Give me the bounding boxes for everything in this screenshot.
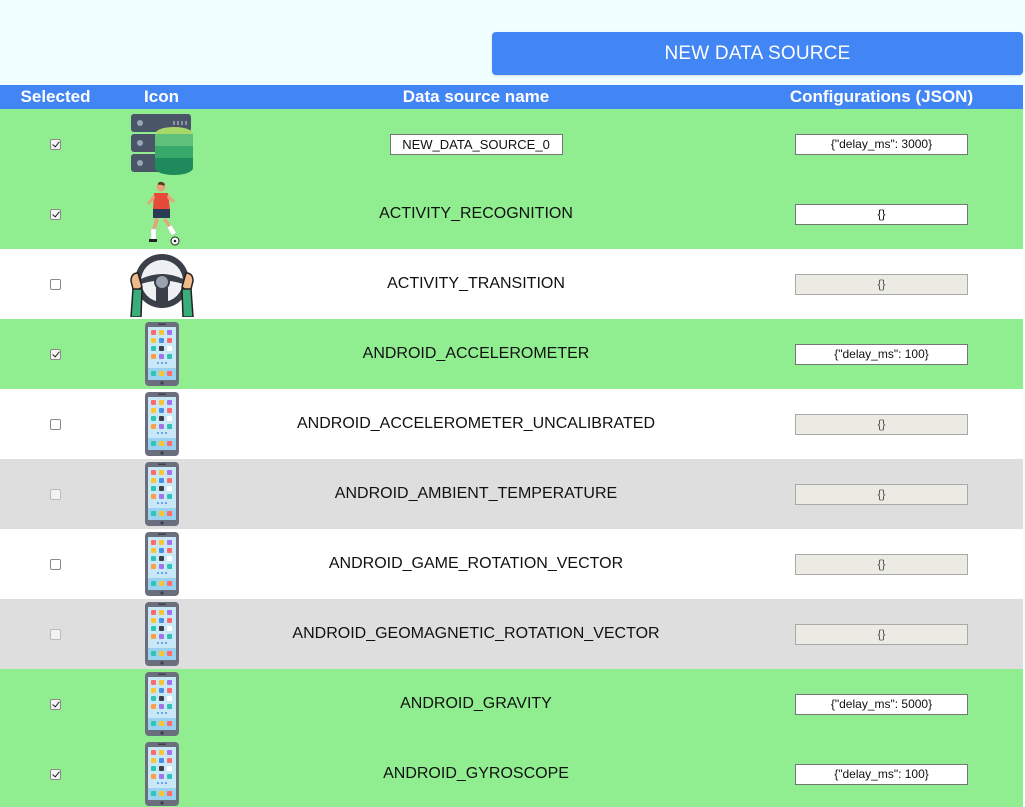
table-row: ANDROID_GAME_ROTATION_VECTOR {}: [0, 529, 1023, 599]
smartphone-icon: [144, 601, 180, 667]
data-source-name: ACTIVITY_RECOGNITION: [379, 205, 573, 222]
selected-cell: [0, 179, 111, 249]
name-cell: ANDROID_GEOMAGNETIC_ROTATION_VECTOR: [212, 599, 740, 669]
data-source-name: ANDROID_GRAVITY: [400, 695, 552, 712]
table-row: NEW_DATA_SOURCE_0 {"delay_ms": 3000}: [0, 109, 1023, 179]
column-header-selected: Selected: [20, 87, 91, 106]
table-row: ANDROID_ACCELEROMETER {"delay_ms": 100}: [0, 319, 1023, 389]
selected-cell: [0, 599, 111, 669]
selected-cell: [0, 529, 111, 599]
select-checkbox[interactable]: [50, 558, 61, 570]
selected-cell: [0, 249, 111, 319]
smartphone-icon: [144, 671, 180, 737]
data-source-name: ANDROID_GAME_ROTATION_VECTOR: [328, 555, 624, 572]
config-json-field: {}: [795, 273, 968, 295]
table-row: ANDROID_GYROSCOPE {"delay_ms": 100}: [0, 739, 1023, 807]
data-source-name: ACTIVITY_TRANSITION: [387, 275, 565, 292]
data-source-table: NEW_DATA_SOURCE_0 {"delay_ms": 3000} ACTI…: [0, 109, 1023, 807]
select-checkbox[interactable]: [50, 768, 61, 780]
name-cell: ANDROID_ACCELEROMETER_UNCALIBRATED: [212, 389, 740, 459]
name-cell: ANDROID_GAME_ROTATION_VECTOR: [212, 529, 740, 599]
config-cell: {}: [740, 389, 1023, 459]
select-checkbox[interactable]: [50, 278, 61, 290]
table-row: ACTIVITY_RECOGNITION {}: [0, 179, 1023, 249]
icon-cell: [111, 669, 212, 739]
data-source-name: ANDROID_GEOMAGNETIC_ROTATION_VECTOR: [292, 625, 660, 642]
select-checkbox[interactable]: [50, 348, 61, 360]
icon-cell: [111, 389, 212, 459]
data-source-name-field[interactable]: NEW_DATA_SOURCE_0: [389, 133, 563, 155]
name-cell: ANDROID_AMBIENT_TEMPERATURE: [212, 459, 740, 529]
selected-cell: [0, 669, 111, 739]
name-cell: NEW_DATA_SOURCE_0: [212, 109, 740, 179]
icon-cell: [111, 529, 212, 599]
selected-cell: [0, 739, 111, 807]
select-checkbox[interactable]: [50, 418, 61, 430]
column-header-name: Data source name: [402, 87, 550, 106]
config-json-field: {}: [795, 623, 968, 645]
database-icon: [129, 112, 195, 176]
data-source-name: ANDROID_ACCELEROMETER: [362, 345, 590, 362]
smartphone-icon: [144, 531, 180, 597]
top-toolbar: NEW DATA SOURCE: [0, 0, 1025, 85]
name-cell: ANDROID_ACCELEROMETER: [212, 319, 740, 389]
smartphone-icon: [144, 461, 180, 527]
config-cell: {}: [740, 179, 1023, 249]
icon-cell: [111, 459, 212, 529]
icon-cell: [111, 109, 212, 179]
icon-cell: [111, 249, 212, 319]
name-cell: ANDROID_GRAVITY: [212, 669, 740, 739]
selected-cell: [0, 109, 111, 179]
icon-cell: [111, 179, 212, 249]
config-cell: {}: [740, 529, 1023, 599]
soccer-player-icon: [142, 181, 182, 247]
data-source-name: ANDROID_AMBIENT_TEMPERATURE: [334, 485, 618, 502]
steering-wheel-icon: [129, 251, 195, 317]
smartphone-icon: [144, 741, 180, 807]
smartphone-icon: [144, 391, 180, 457]
icon-cell: [111, 739, 212, 807]
name-cell: ACTIVITY_TRANSITION: [212, 249, 740, 319]
icon-cell: [111, 599, 212, 669]
table-row: ACTIVITY_TRANSITION {}: [0, 249, 1023, 319]
select-checkbox[interactable]: [50, 208, 61, 220]
name-cell: ACTIVITY_RECOGNITION: [212, 179, 740, 249]
select-checkbox: [50, 488, 61, 500]
select-checkbox: [50, 628, 61, 640]
config-json-field[interactable]: {}: [795, 203, 968, 225]
config-cell: {"delay_ms": 5000}: [740, 669, 1023, 739]
data-source-name: ANDROID_ACCELEROMETER_UNCALIBRATED: [297, 415, 655, 432]
config-json-field[interactable]: {"delay_ms": 3000}: [795, 133, 968, 155]
config-json-field[interactable]: {"delay_ms": 5000}: [795, 693, 968, 715]
table-row: ANDROID_GEOMAGNETIC_ROTATION_VECTOR {}: [0, 599, 1023, 669]
table-row: ANDROID_AMBIENT_TEMPERATURE {}: [0, 459, 1023, 529]
config-cell: {}: [740, 249, 1023, 319]
table-header: Selected Icon Data source name Configura…: [0, 85, 1023, 109]
smartphone-icon: [144, 321, 180, 387]
select-checkbox[interactable]: [50, 138, 61, 150]
table-row: ANDROID_GRAVITY {"delay_ms": 5000}: [0, 669, 1023, 739]
new-data-source-button[interactable]: NEW DATA SOURCE: [492, 32, 1023, 75]
table-row: ANDROID_ACCELEROMETER_UNCALIBRATED {}: [0, 389, 1023, 459]
config-cell: {"delay_ms": 3000}: [740, 109, 1023, 179]
config-cell: {"delay_ms": 100}: [740, 739, 1023, 807]
config-json-field[interactable]: {"delay_ms": 100}: [795, 343, 968, 365]
config-cell: {}: [740, 459, 1023, 529]
column-header-icon: Icon: [144, 87, 179, 106]
config-cell: {"delay_ms": 100}: [740, 319, 1023, 389]
config-json-field[interactable]: {"delay_ms": 100}: [795, 763, 968, 785]
icon-cell: [111, 319, 212, 389]
config-cell: {}: [740, 599, 1023, 669]
column-header-config: Configurations (JSON): [789, 87, 974, 106]
config-json-field: {}: [795, 413, 968, 435]
config-json-field: {}: [795, 483, 968, 505]
name-cell: ANDROID_GYROSCOPE: [212, 739, 740, 807]
select-checkbox[interactable]: [50, 698, 61, 710]
config-json-field: {}: [795, 553, 968, 575]
data-source-name: ANDROID_GYROSCOPE: [383, 765, 569, 782]
selected-cell: [0, 319, 111, 389]
selected-cell: [0, 459, 111, 529]
selected-cell: [0, 389, 111, 459]
